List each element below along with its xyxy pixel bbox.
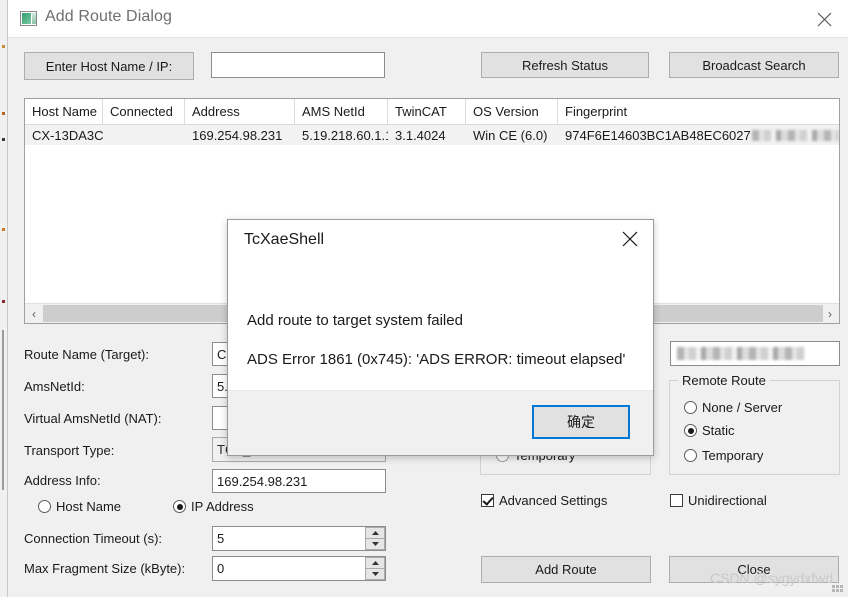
cell-os-version: Win CE (6.0)	[473, 127, 548, 143]
radio-remote-temporary[interactable]: Temporary	[684, 448, 763, 463]
titlebar: Add Route Dialog	[8, 0, 848, 38]
error-message-dialog: TcXaeShell Add route to target system fa…	[227, 219, 654, 456]
ams-netid-label: AmsNetId:	[24, 379, 85, 394]
max-fragment-size-spin-buttons[interactable]	[365, 557, 385, 580]
radio-remote-static-label: Static	[702, 423, 735, 438]
bg-mark	[2, 112, 5, 115]
messagebox-primary-text: Add route to target system failed	[247, 312, 463, 329]
max-fragment-size-stepper[interactable]: 0	[212, 556, 386, 581]
fingerprint-text: 974F6E14603BC1AB48EC6027	[565, 127, 751, 143]
column-header-fingerprint[interactable]: Fingerprint	[558, 99, 839, 124]
address-info-input[interactable]: 169.254.98.231	[212, 469, 386, 493]
close-icon[interactable]	[802, 0, 848, 37]
close-icon[interactable]	[608, 220, 653, 256]
connection-timeout-spin-buttons[interactable]	[365, 527, 385, 550]
radio-remote-static-icon	[684, 424, 697, 437]
address-info-label: Address Info:	[24, 473, 101, 488]
checkbox-unidirectional-icon	[670, 494, 683, 507]
spinner-up-icon[interactable]	[365, 557, 385, 569]
column-header-twincat[interactable]: TwinCAT	[388, 99, 466, 124]
bg-mark	[2, 300, 5, 303]
cell-address: 169.254.98.231	[192, 127, 283, 143]
transport-type-label: Transport Type:	[24, 443, 115, 458]
checkbox-unidirectional[interactable]: Unidirectional	[670, 493, 767, 508]
connection-timeout-stepper[interactable]: 5	[212, 526, 386, 551]
resize-grip-icon[interactable]	[832, 581, 843, 592]
radio-host-name-icon	[38, 500, 51, 513]
radio-remote-none-server-label: None / Server	[702, 400, 783, 415]
add-route-dialog-window: Add Route Dialog Enter Host Name / IP: R…	[7, 0, 848, 597]
broadcast-search-button[interactable]: Broadcast Search	[669, 52, 839, 78]
enter-host-name-button[interactable]: Enter Host Name / IP:	[24, 52, 194, 80]
app-icon	[20, 11, 37, 26]
radio-remote-none-server[interactable]: None / Server	[684, 400, 782, 415]
radio-host-name[interactable]: Host Name	[38, 499, 121, 514]
radio-remote-none-server-icon	[684, 401, 697, 414]
checkbox-advanced-settings-label: Advanced Settings	[499, 493, 608, 508]
spinner-down-icon[interactable]	[365, 569, 385, 580]
target-system-redacted-overlay	[677, 347, 805, 360]
route-name-label: Route Name (Target):	[24, 347, 149, 362]
remote-route-legend: Remote Route	[678, 373, 770, 388]
radio-remote-static[interactable]: Static	[684, 423, 735, 438]
chevron-left-icon[interactable]: ‹	[25, 304, 43, 323]
column-header-address[interactable]: Address	[185, 99, 295, 124]
max-fragment-size-input[interactable]: 0	[212, 556, 386, 581]
bg-mark	[2, 45, 5, 48]
chevron-right-icon[interactable]: ›	[821, 304, 839, 323]
connection-timeout-label: Connection Timeout (s):	[24, 531, 163, 546]
checkbox-advanced-settings-icon	[481, 494, 494, 507]
page-title: Add Route Dialog	[45, 8, 173, 25]
virtual-ams-netid-label: Virtual AmsNetId (NAT):	[24, 411, 162, 426]
close-button[interactable]: Close	[669, 556, 839, 583]
radio-ip-address[interactable]: IP Address	[173, 499, 254, 514]
radio-host-name-label: Host Name	[56, 499, 122, 514]
bg-mark	[2, 330, 4, 490]
cell-connected	[103, 125, 185, 145]
column-header-ams-netid[interactable]: AMS NetId	[295, 99, 388, 124]
connection-timeout-input[interactable]: 5	[212, 526, 386, 551]
table-header-row: Host Name Connected Address AMS NetId Tw…	[25, 99, 839, 125]
messagebox-title: TcXaeShell	[244, 231, 325, 248]
confirm-button[interactable]: 确定	[532, 405, 630, 439]
column-header-connected[interactable]: Connected	[103, 99, 185, 124]
column-header-os-version[interactable]: OS Version	[466, 99, 558, 124]
add-route-button[interactable]: Add Route	[481, 556, 651, 583]
column-header-host-name[interactable]: Host Name	[25, 99, 103, 124]
cell-twincat: 3.1.4024	[395, 127, 446, 143]
bg-mark	[2, 228, 5, 231]
max-fragment-size-label: Max Fragment Size (kByte):	[24, 561, 186, 576]
cell-host-name: CX-13DA3C	[32, 127, 103, 143]
radio-remote-temporary-label: Temporary	[702, 448, 764, 463]
radio-remote-temporary-icon	[684, 449, 697, 462]
checkbox-advanced-settings[interactable]: Advanced Settings	[481, 493, 607, 508]
background-window-sliver	[0, 0, 7, 597]
cell-fingerprint: 974F6E14603BC1AB48EC6027	[558, 125, 839, 145]
checkbox-unidirectional-label: Unidirectional	[688, 493, 767, 508]
fingerprint-redacted-overlay	[751, 129, 839, 141]
bg-mark	[2, 138, 5, 141]
table-row[interactable]: CX-13DA3C 169.254.98.231 5.19.218.60.1.1…	[25, 125, 839, 145]
radio-ip-address-label: IP Address	[191, 499, 254, 514]
refresh-status-button[interactable]: Refresh Status	[481, 52, 649, 78]
radio-ip-address-icon	[173, 500, 186, 513]
spinner-down-icon[interactable]	[365, 539, 385, 550]
target-system-input[interactable]	[670, 341, 840, 366]
cell-ams-netid: 5.19.218.60.1.1	[302, 127, 388, 143]
spinner-up-icon[interactable]	[365, 527, 385, 539]
host-name-input[interactable]	[211, 52, 385, 78]
messagebox-secondary-text: ADS Error 1861 (0x745): 'ADS ERROR: time…	[247, 351, 626, 368]
messagebox-footer: 确定	[228, 390, 653, 455]
